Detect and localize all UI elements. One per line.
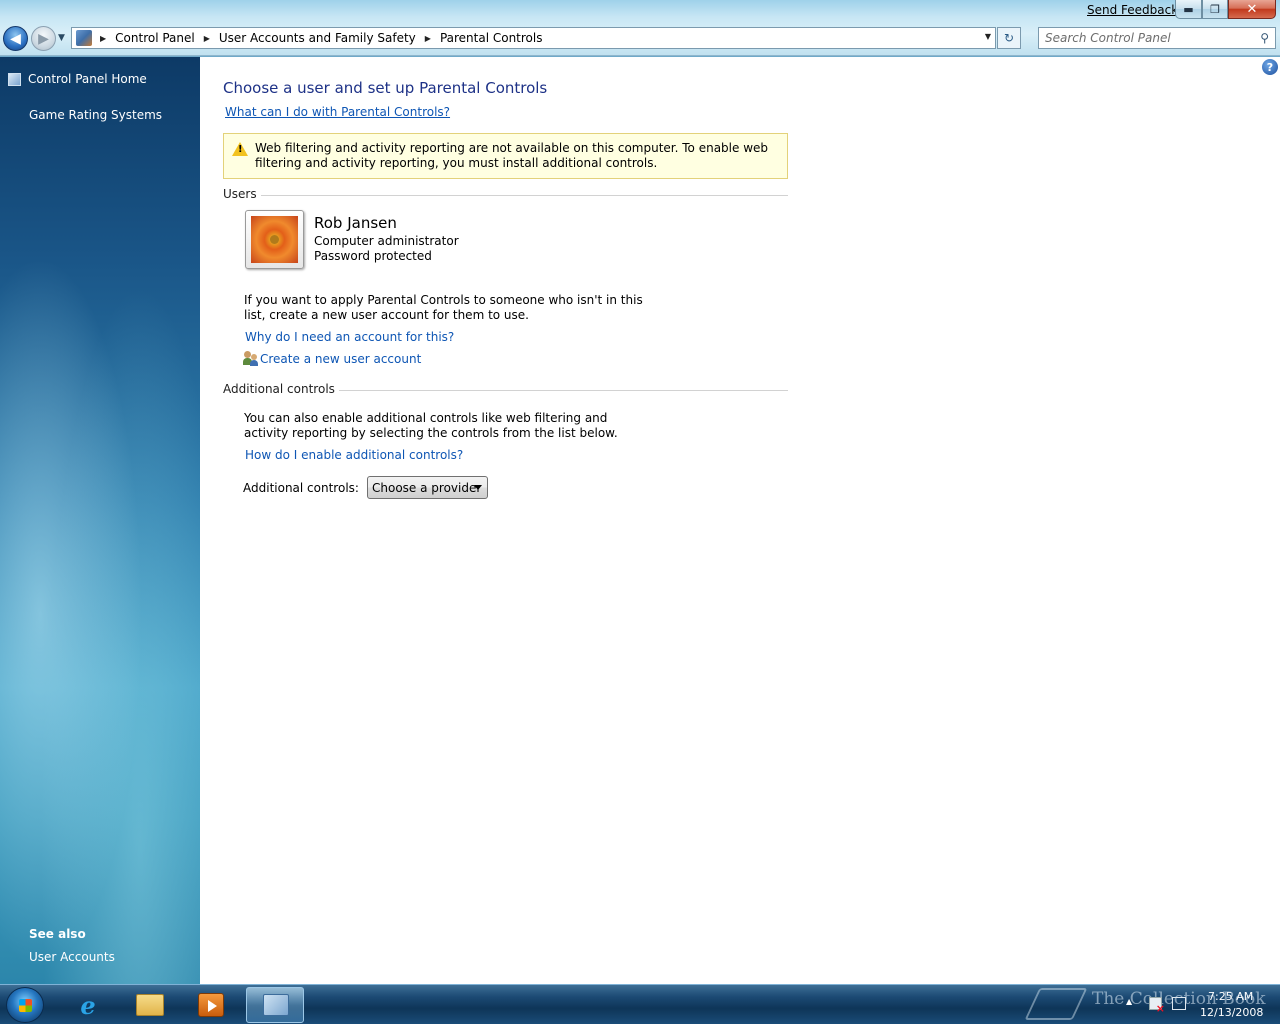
network-icon[interactable] <box>1172 997 1186 1010</box>
breadcrumb-separator-icon[interactable]: ▶ <box>204 34 210 43</box>
user-accounts-link[interactable]: User Accounts <box>29 950 115 964</box>
search-input[interactable] <box>1045 28 1255 48</box>
what-can-i-do-link[interactable]: What can I do with Parental Controls? <box>225 105 450 119</box>
help-icon[interactable]: ? <box>1262 59 1278 75</box>
show-hidden-icons-icon[interactable]: ▲ <box>1126 997 1132 1006</box>
task-pane: Control Panel Home Game Rating Systems S… <box>0 57 200 984</box>
internet-explorer-icon[interactable]: e <box>73 991 103 1020</box>
search-box[interactable]: ⚲ <box>1038 27 1276 49</box>
forward-button[interactable]: ▶ <box>31 26 56 51</box>
why-need-account-link[interactable]: Why do I need an account for this? <box>245 330 454 344</box>
user-role: Computer administrator <box>314 234 459 248</box>
watermark-book-icon <box>1024 988 1088 1020</box>
windows-explorer-icon[interactable] <box>135 991 165 1019</box>
additional-controls-heading: Additional controls <box>223 382 339 396</box>
user-avatar[interactable] <box>245 210 304 269</box>
close-button[interactable]: ✕ <box>1228 0 1276 19</box>
create-new-user-link[interactable]: Create a new user account <box>260 352 421 366</box>
warning-icon: ! <box>232 142 248 156</box>
warning-text: Web filtering and activity reporting are… <box>255 141 769 170</box>
apply-instructions: If you want to apply Parental Controls t… <box>244 293 643 322</box>
window-chrome: Send Feedback ▬ ❐ ✕ ◀ ▶ ▼ ▶ Control Pane… <box>0 0 1280 56</box>
chevron-down-icon <box>474 485 482 490</box>
refresh-button[interactable]: ↻ <box>997 27 1021 49</box>
page-title: Choose a user and set up Parental Contro… <box>223 79 548 97</box>
main-content: ? Choose a user and set up Parental Cont… <box>200 57 1280 984</box>
back-button[interactable]: ◀ <box>3 26 28 51</box>
forward-arrow-icon: ▶ <box>38 30 49 47</box>
control-panel-home-icon <box>8 73 21 86</box>
divider <box>223 195 788 196</box>
additional-controls-label: Additional controls: <box>243 481 359 495</box>
control-panel-window-icon <box>263 994 289 1016</box>
provider-select[interactable]: Choose a provider <box>367 476 488 499</box>
maximize-button[interactable]: ❐ <box>1202 0 1228 19</box>
action-center-icon[interactable] <box>1149 997 1165 1015</box>
minimize-icon: ▬ <box>1183 2 1194 16</box>
address-dropdown-icon[interactable]: ▼ <box>985 32 991 41</box>
control-panel-home-link[interactable]: Control Panel Home <box>28 72 147 86</box>
additional-controls-section-header: Additional controls <box>223 382 788 396</box>
clock-date[interactable]: 12/13/2008 <box>1200 1006 1263 1019</box>
breadcrumb-control-panel[interactable]: Control Panel <box>115 31 195 45</box>
users-heading: Users <box>223 187 261 201</box>
warning-banner: ! Web filtering and activity reporting a… <box>223 133 788 179</box>
user-name[interactable]: Rob Jansen <box>314 214 397 232</box>
clock-time[interactable]: 7:25 AM <box>1208 990 1253 1003</box>
close-icon: ✕ <box>1246 1 1258 17</box>
search-icon[interactable]: ⚲ <box>1260 31 1269 45</box>
users-section-header: Users <box>223 187 788 201</box>
user-password-status: Password protected <box>314 249 432 263</box>
game-rating-systems-link[interactable]: Game Rating Systems <box>29 108 162 122</box>
breadcrumb-separator-icon[interactable]: ▶ <box>100 34 106 43</box>
maximize-icon: ❐ <box>1210 2 1220 16</box>
back-arrow-icon: ◀ <box>10 30 21 47</box>
see-also-heading: See also <box>29 927 86 941</box>
recent-pages-dropdown[interactable]: ▼ <box>58 33 65 43</box>
breadcrumb-parental-controls[interactable]: Parental Controls <box>440 31 543 45</box>
taskbar: e The Collection Book ▲ 7:25 AM 12/13/20… <box>0 984 1280 1024</box>
breadcrumb-user-accounts[interactable]: User Accounts and Family Safety <box>219 31 416 45</box>
breadcrumb-separator-icon[interactable]: ▶ <box>425 34 431 43</box>
minimize-button[interactable]: ▬ <box>1175 0 1202 19</box>
start-button[interactable] <box>6 987 44 1023</box>
refresh-icon: ↻ <box>1003 31 1015 45</box>
address-bar[interactable]: ▶ Control Panel ▶ User Accounts and Fami… <box>71 27 996 49</box>
additional-controls-description: You can also enable additional controls … <box>244 411 618 440</box>
how-enable-controls-link[interactable]: How do I enable additional controls? <box>245 448 463 462</box>
control-panel-icon <box>76 30 92 46</box>
provider-selected-value: Choose a provider <box>372 480 482 495</box>
taskbar-control-panel-button[interactable] <box>246 987 304 1023</box>
media-player-icon[interactable] <box>196 991 226 1019</box>
flower-avatar-icon <box>251 216 298 263</box>
send-feedback-link[interactable]: Send Feedback <box>1087 3 1178 17</box>
create-user-icon[interactable] <box>243 351 259 366</box>
